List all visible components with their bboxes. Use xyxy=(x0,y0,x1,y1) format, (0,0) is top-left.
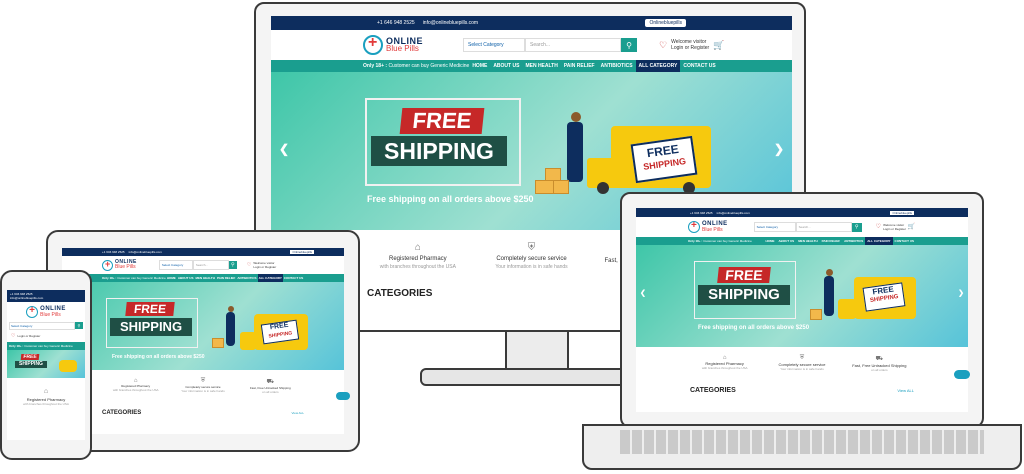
shield-icon: ⛨ xyxy=(200,378,206,384)
nav-all-category[interactable]: ALL CATEGORY xyxy=(635,60,681,72)
logo[interactable]: + ONLINE Blue Pills xyxy=(102,259,137,271)
pharmacy-icon: ⌂ xyxy=(414,242,421,253)
tablet-screen: +1 646 948 2525 info@onlinebluepills.com… xyxy=(62,248,344,434)
carousel-next-icon[interactable]: ❯ xyxy=(774,142,784,156)
logo[interactable]: + ONLINE Blue Pills xyxy=(688,220,728,233)
promo-text: Customer can buy Generic Medicine xyxy=(388,63,470,69)
truck-icon: ⛟ xyxy=(266,379,275,385)
wishlist-icon[interactable]: ♡ xyxy=(876,224,881,230)
badge[interactable]: Onlinebluepills xyxy=(645,19,686,27)
search-icon: ⚲ xyxy=(77,323,81,328)
hero-banner: FREE SHIPPING xyxy=(7,350,85,378)
cart-icon[interactable]: 🛒 xyxy=(713,41,724,50)
site-header: + ONLINE Blue Pills Select Category Sear… xyxy=(62,256,344,274)
top-bar: +1 646 948 2525 info@onlinebluepills.com… xyxy=(271,16,792,30)
nav-antibiotics[interactable]: ANTIBIOTICS xyxy=(598,60,636,72)
feature-pharmacy: ⌂ Registered Pharmacy with branches thro… xyxy=(7,378,85,406)
view-all-link[interactable]: View ALL xyxy=(897,388,914,393)
banner-free-text: FREE xyxy=(399,108,485,134)
logo-cross-icon: + xyxy=(102,259,113,271)
nav-bar: Only 18+ : Customer can buy Generic Medi… xyxy=(7,342,85,350)
view-all-link[interactable]: View ALL xyxy=(292,411,304,415)
search-button[interactable]: ⚲ xyxy=(621,38,638,52)
logo-cross-icon: + xyxy=(688,220,700,233)
truck-icon: ⛟ xyxy=(875,356,884,362)
carousel-prev-icon[interactable]: ❮ xyxy=(640,289,646,297)
shield-icon: ⛨ xyxy=(799,355,805,361)
search-icon: ⚲ xyxy=(626,40,632,50)
carousel-next-icon[interactable]: ❯ xyxy=(958,289,964,297)
wishlist-icon[interactable]: ♡ xyxy=(247,263,251,268)
nav-about[interactable]: ABOUT US xyxy=(490,60,522,72)
shield-icon: ⛨ xyxy=(527,242,536,253)
carousel-prev-icon[interactable]: ❮ xyxy=(279,142,289,156)
logo[interactable]: + ONLINE Blue Pills xyxy=(363,34,423,55)
search-icon: ⚲ xyxy=(854,224,859,230)
top-bar: +1 646 948 2525 info@onlinebluepills.com xyxy=(7,290,85,302)
nav-bar: Only 18+ : Customer can buy Generic Medi… xyxy=(636,237,968,245)
chat-button[interactable] xyxy=(336,392,350,400)
top-bar: +1 646 948 2525 info@onlinebluepills.com… xyxy=(62,248,344,256)
laptop-keyboard xyxy=(620,430,984,454)
cart-icon[interactable]: 🛒 xyxy=(908,224,915,230)
logo-cross-icon: + xyxy=(363,34,383,55)
search-button[interactable]: ⚲ xyxy=(851,222,862,232)
wishlist-icon[interactable]: ♡ xyxy=(659,41,667,50)
top-bar: +1 646 948 2525 info@onlinebluepills.com… xyxy=(636,208,968,217)
search-button[interactable]: ⚲ xyxy=(228,261,237,269)
logo[interactable]: + ONLINE Blue Pills xyxy=(7,302,85,322)
pharmacy-icon: ⌂ xyxy=(43,388,49,395)
monitor-stand-base xyxy=(420,368,650,386)
email-text[interactable]: info@onlinebluepills.com xyxy=(423,20,478,26)
logo-cross-icon: + xyxy=(26,305,39,318)
laptop-screen: +1 646 948 2525 info@onlinebluepills.com… xyxy=(636,208,968,412)
site-header: + ONLINE Blue Pills Select Category Sear… xyxy=(636,217,968,237)
search-input[interactable]: Search... xyxy=(525,38,622,52)
nav-bar: Only 18+ : Customer can buy Generic Medi… xyxy=(62,274,344,282)
banner-tagline: Free shipping on all orders above $250 xyxy=(367,194,534,204)
phone-text[interactable]: +1 646 948 2525 xyxy=(377,20,415,26)
categories-heading: CATEGORIES xyxy=(690,387,736,394)
promo-bold: Only 18+ : xyxy=(363,63,388,69)
logo-line2: Blue Pills xyxy=(386,44,419,53)
feature-pharmacy: ⌂ Registered Pharmacy with branches thro… xyxy=(361,242,475,288)
feature-secure: ⛨ Completely secure service Your informa… xyxy=(475,242,589,288)
nav-home[interactable]: HOME xyxy=(469,60,490,72)
chat-button[interactable] xyxy=(954,370,970,379)
nav-bar: Only 18+ : Customer can buy Generic Medi… xyxy=(271,60,792,72)
nav-pain-relief[interactable]: PAIN RELIEF xyxy=(561,60,598,72)
wishlist-icon[interactable]: ♡ xyxy=(11,333,15,339)
monitor-stand-neck xyxy=(505,332,569,372)
search-button[interactable]: ⚲ xyxy=(75,322,83,329)
login-link[interactable]: Login or Register xyxy=(671,45,709,51)
site-header: + ONLINE Blue Pills Select Category Sear… xyxy=(271,30,792,60)
banner-shipping-text: SHIPPING xyxy=(371,136,507,166)
nav-men-health[interactable]: MEN HEALTH xyxy=(522,60,560,72)
category-select[interactable]: Select Category xyxy=(463,38,526,52)
courier-illustration xyxy=(571,112,581,122)
phone-screen: +1 646 948 2525 info@onlinebluepills.com… xyxy=(7,290,85,440)
search-icon: ⚲ xyxy=(231,262,235,268)
categories-heading: CATEGORIES xyxy=(102,410,142,416)
hero-banner: ❮ ❯ FREE SHIPPING Free shipping on all o… xyxy=(636,245,968,347)
nav-contact[interactable]: CONTACT US xyxy=(680,60,718,72)
hero-banner: FREE SHIPPING Free shipping on all order… xyxy=(62,282,344,370)
account[interactable]: ♡ Welcome visitor Login or Register 🛒 xyxy=(659,39,724,51)
